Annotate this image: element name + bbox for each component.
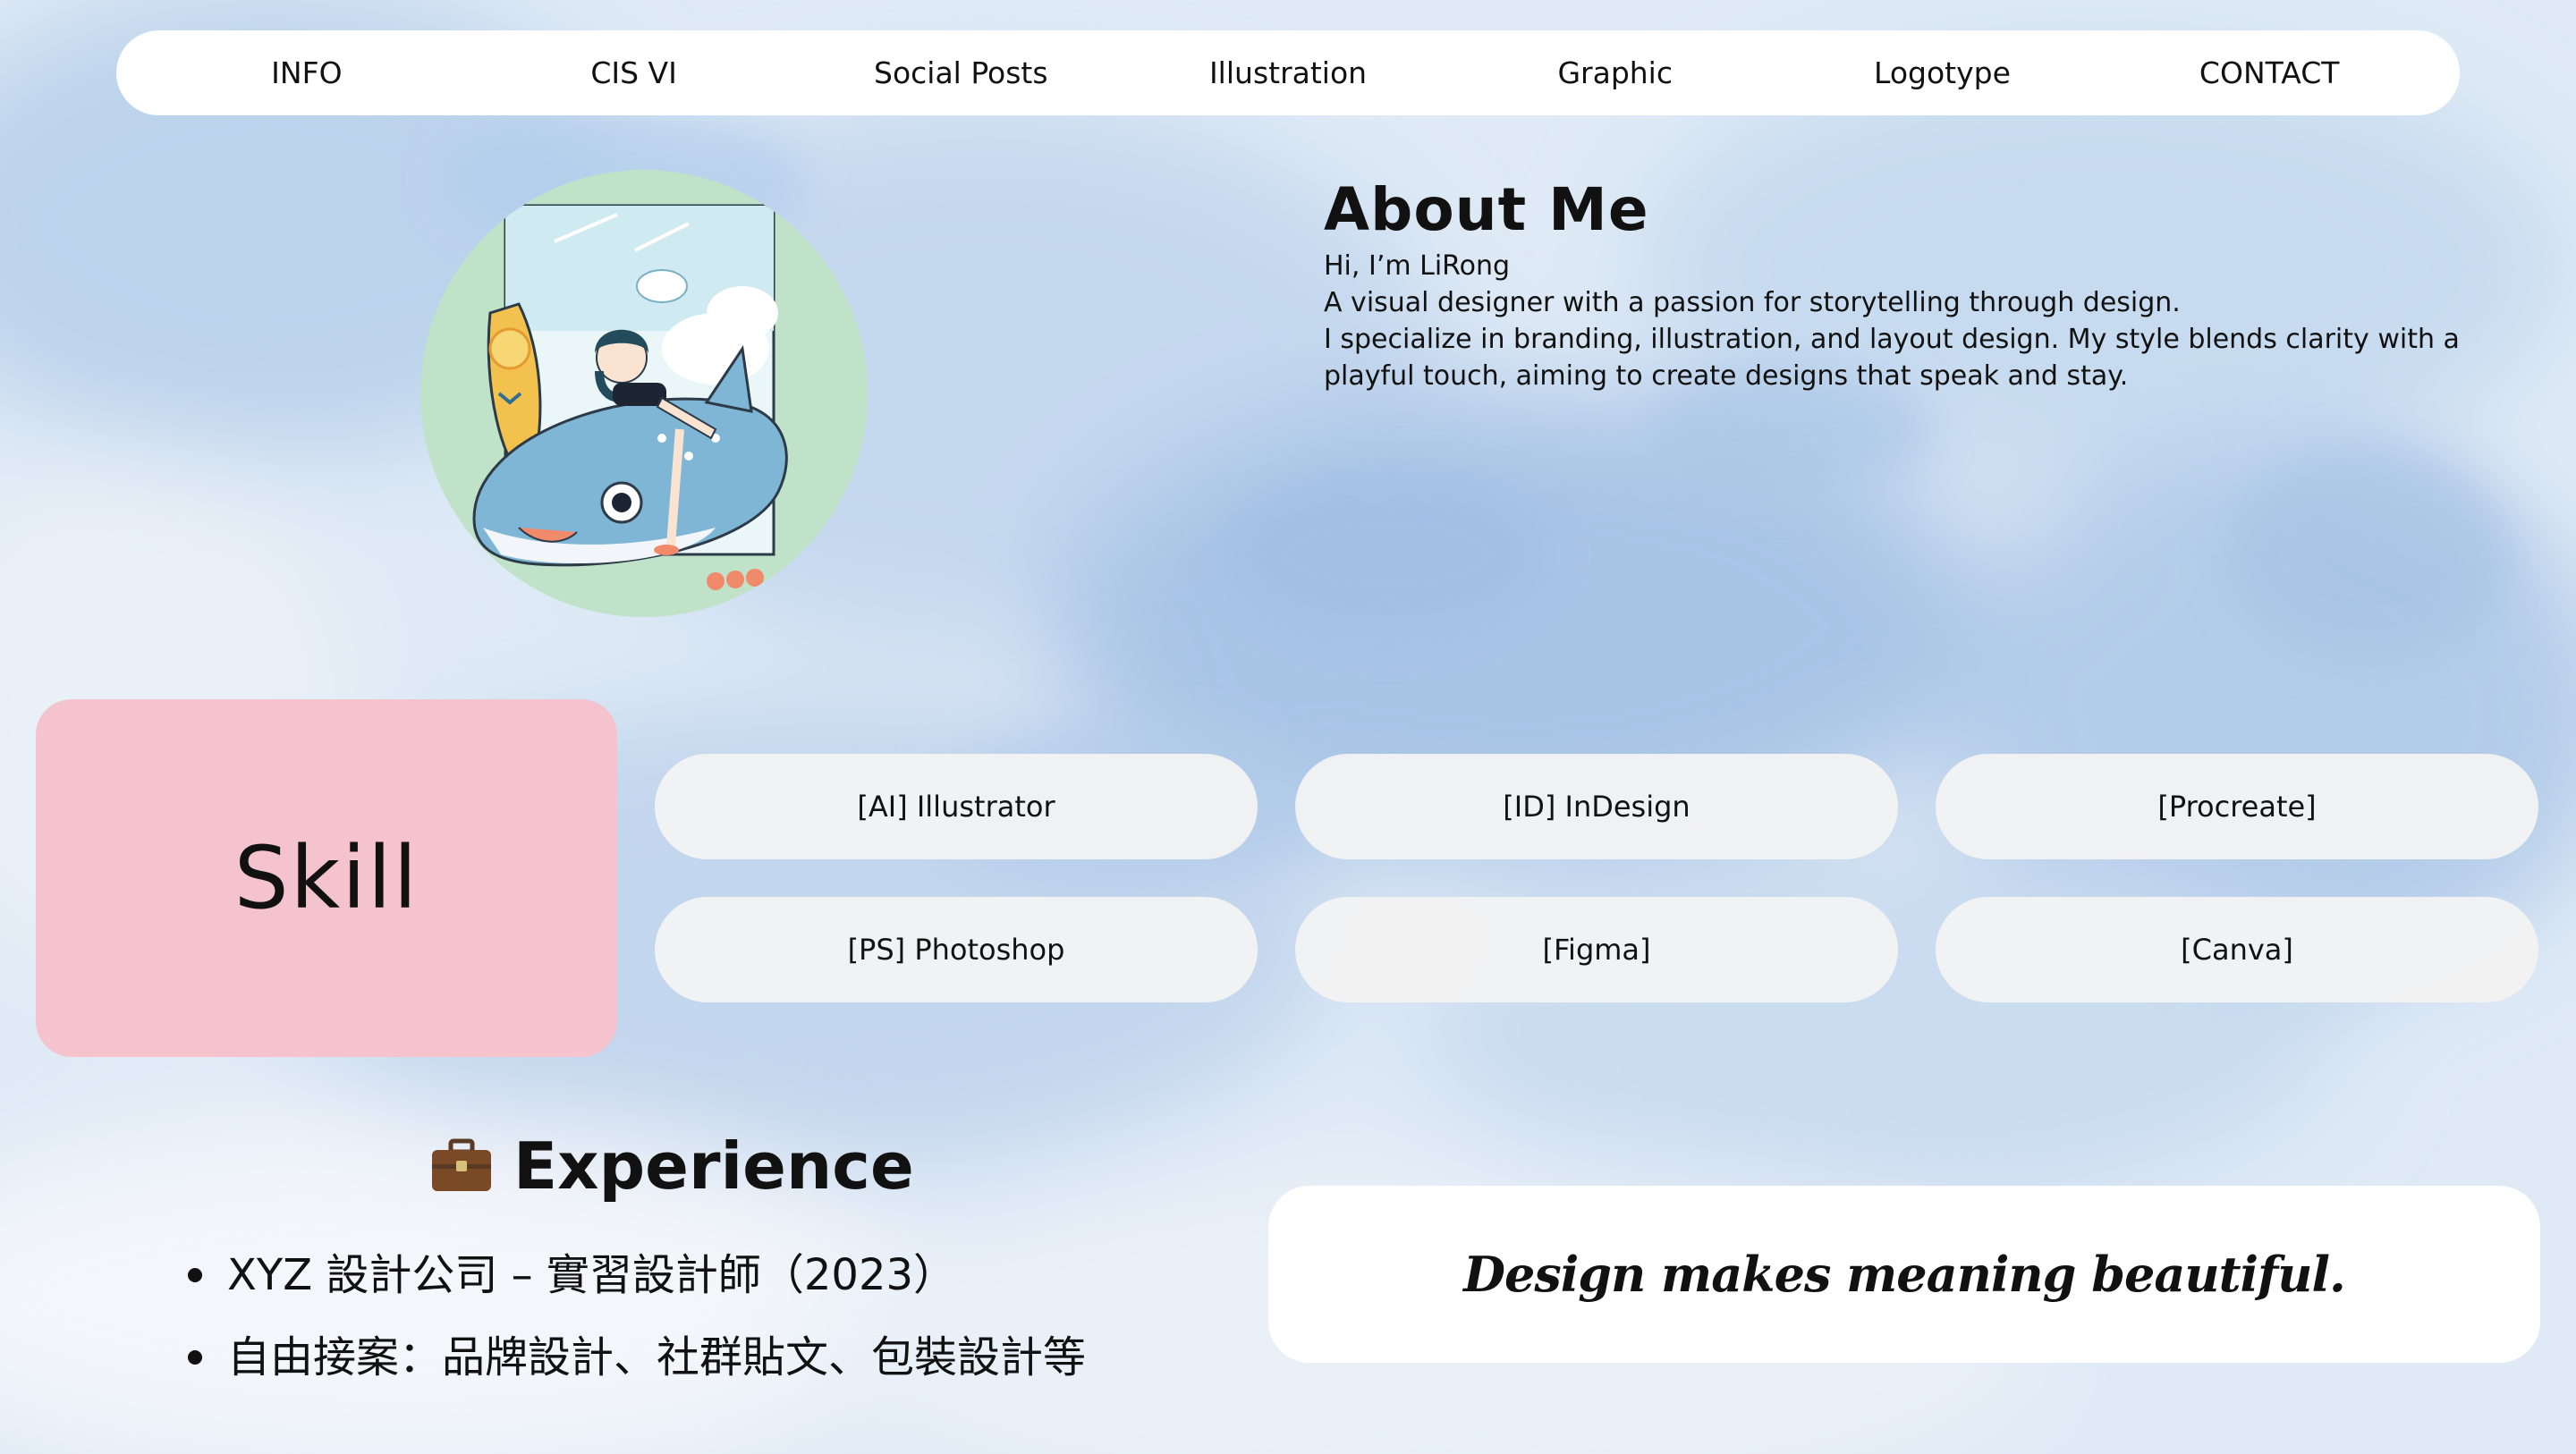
- about-greeting: Hi, I’m LiRong: [1324, 250, 1511, 283]
- about-line-1: A visual designer with a passion for sto…: [1324, 287, 2181, 319]
- briefcase-icon: [432, 1138, 491, 1191]
- skill-title: Skill: [233, 828, 419, 928]
- nav-item-illustration[interactable]: Illustration: [1124, 55, 1452, 90]
- bullet-icon: [188, 1350, 202, 1365]
- skill-pill-figma[interactable]: [Figma]: [1295, 897, 1898, 1002]
- avatar: [420, 170, 868, 617]
- nav-item-graphic[interactable]: Graphic: [1452, 55, 1779, 90]
- list-item: 自由接案：品牌設計、社群貼文、包裝設計等: [188, 1316, 1086, 1399]
- about-title: About Me: [1324, 175, 1649, 244]
- bullet-icon: [188, 1268, 202, 1282]
- list-item: XYZ 設計公司 – 實習設計師（2023）: [188, 1234, 1086, 1316]
- about-line-2: I specialize in branding, illustration, …: [1324, 324, 2460, 356]
- skill-pill-procreate[interactable]: [Procreate]: [1936, 754, 2538, 859]
- nav-item-contact[interactable]: CONTACT: [2106, 55, 2433, 90]
- about-section: About Me Hi, I’m LiRong A visual designe…: [1324, 179, 2549, 394]
- experience-title: Experience: [513, 1129, 914, 1204]
- about-line-3: playful touch, aiming to create designs …: [1324, 360, 2129, 393]
- top-navbar: INFO CIS VI Social Posts Illustration Gr…: [116, 30, 2460, 115]
- skill-pill-photoshop[interactable]: [PS] Photoshop: [655, 897, 1258, 1002]
- nav-item-info[interactable]: INFO: [143, 55, 470, 90]
- experience-item-text: 自由接案：品牌設計、社群貼文、包裝設計等: [227, 1332, 1087, 1382]
- nav-item-logotype[interactable]: Logotype: [1779, 55, 2106, 90]
- skill-pill-illustrator[interactable]: [AI] Illustrator: [655, 754, 1258, 859]
- illustration-girl-on-whale-shark-icon: [420, 170, 868, 617]
- skill-pill-canva[interactable]: [Canva]: [1936, 897, 2538, 1002]
- quote-card: Design makes meaning beautiful.: [1268, 1186, 2540, 1363]
- quote-text: Design makes meaning beautiful.: [1463, 1246, 2346, 1303]
- skill-card: Skill: [36, 699, 617, 1057]
- nav-item-cis-vi[interactable]: CIS VI: [470, 55, 798, 90]
- nav-item-social-posts[interactable]: Social Posts: [797, 55, 1124, 90]
- experience-item-text: XYZ 設計公司 – 實習設計師（2023）: [227, 1250, 957, 1300]
- skill-pill-indesign[interactable]: [ID] InDesign: [1295, 754, 1898, 859]
- experience-heading: Experience: [429, 1129, 914, 1204]
- experience-list: XYZ 設計公司 – 實習設計師（2023） 自由接案：品牌設計、社群貼文、包裝…: [188, 1234, 1086, 1399]
